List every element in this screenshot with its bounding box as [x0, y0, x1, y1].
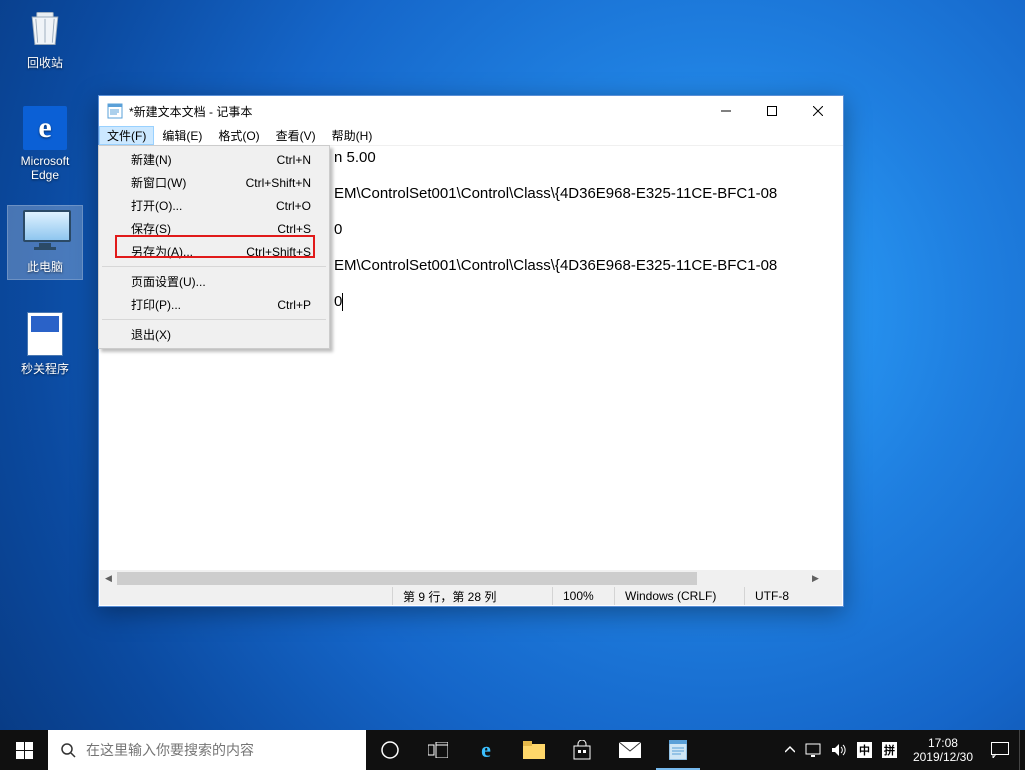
- clock-date: 2019/12/30: [913, 750, 973, 764]
- taskbar-file-explorer[interactable]: [510, 730, 558, 770]
- status-position: 第 9 行，第 28 列: [392, 587, 552, 605]
- file-menu-dropdown: 新建(N)Ctrl+N 新窗口(W)Ctrl+Shift+N 打开(O)...C…: [98, 145, 330, 349]
- taskbar-cortana[interactable]: [366, 730, 414, 770]
- text-line: 0: [334, 221, 342, 238]
- desktop-icon-label: 此电脑: [27, 260, 63, 274]
- desktop-icon-label: 秒关程序: [21, 362, 69, 376]
- window-title: *新建文本文档 - 记事本: [129, 103, 703, 120]
- recycle-bin-icon: [23, 6, 67, 50]
- scroll-corner: [824, 570, 842, 587]
- tray-network-icon[interactable]: [805, 743, 821, 757]
- taskbar-store[interactable]: [558, 730, 606, 770]
- edge-icon: e: [23, 106, 67, 150]
- text-caret: [342, 293, 343, 311]
- desktop: 回收站 e Microsoft Edge 此电脑 秒关程序 *新建文本文档 - …: [0, 0, 1025, 770]
- desktop-icon-label: 回收站: [27, 56, 63, 70]
- taskbar-edge[interactable]: e: [462, 730, 510, 770]
- status-encoding: UTF-8: [744, 587, 842, 605]
- close-button[interactable]: [795, 96, 841, 126]
- search-input[interactable]: [86, 742, 354, 758]
- windows-logo-icon: [16, 742, 33, 759]
- shutdown-app-icon: [23, 312, 67, 356]
- search-icon: [60, 742, 76, 758]
- menu-item-open[interactable]: 打开(O)...Ctrl+O: [101, 194, 327, 217]
- text-line: n 5.00: [334, 149, 376, 166]
- menu-item-save-as[interactable]: 另存为(A)...Ctrl+Shift+S: [101, 240, 327, 263]
- notepad-icon: [107, 103, 123, 119]
- desktop-icon-shutdown-app[interactable]: 秒关程序: [8, 312, 82, 377]
- desktop-icon-label: Microsoft Edge: [21, 154, 70, 182]
- text-line: EM\ControlSet001\Control\Class\{4D36E968…: [334, 185, 777, 202]
- tray-ime-lang[interactable]: 中: [857, 742, 872, 758]
- taskbar: e 中 拼 17:08 2019/12/30: [0, 730, 1025, 770]
- titlebar[interactable]: *新建文本文档 - 记事本: [99, 96, 843, 126]
- menu-file[interactable]: 文件(F): [99, 126, 154, 145]
- menu-edit[interactable]: 编辑(E): [154, 126, 210, 145]
- taskbar-spacer: [702, 730, 777, 770]
- menu-item-exit[interactable]: 退出(X): [101, 323, 327, 346]
- menu-view[interactable]: 查看(V): [268, 126, 324, 145]
- status-line-ending: Windows (CRLF): [614, 587, 744, 605]
- start-button[interactable]: [0, 730, 48, 770]
- tray-volume-icon[interactable]: [831, 743, 847, 757]
- menu-help[interactable]: 帮助(H): [324, 126, 381, 145]
- menu-item-print[interactable]: 打印(P)...Ctrl+P: [101, 293, 327, 316]
- maximize-button[interactable]: [749, 96, 795, 126]
- desktop-icon-this-pc[interactable]: 此电脑: [8, 206, 82, 279]
- horizontal-scrollbar[interactable]: ◀ ▶: [100, 570, 824, 587]
- taskbar-clock[interactable]: 17:08 2019/12/30: [905, 730, 981, 770]
- taskbar-task-view[interactable]: [414, 730, 462, 770]
- clock-time: 17:08: [913, 736, 973, 750]
- menu-item-page-setup[interactable]: 页面设置(U)...: [101, 270, 327, 293]
- text-line: 0: [334, 293, 342, 310]
- minimize-button[interactable]: [703, 96, 749, 126]
- menu-item-new[interactable]: 新建(N)Ctrl+N: [101, 148, 327, 171]
- taskbar-search[interactable]: [48, 730, 366, 770]
- menu-format[interactable]: 格式(O): [210, 126, 267, 145]
- taskbar-show-desktop[interactable]: [1019, 730, 1025, 770]
- status-spacer: [100, 587, 392, 605]
- tray-chevron-up-icon[interactable]: [785, 745, 795, 755]
- menu-item-save[interactable]: 保存(S)Ctrl+S: [101, 217, 327, 240]
- scroll-track[interactable]: [117, 570, 807, 587]
- desktop-icon-edge[interactable]: e Microsoft Edge: [8, 106, 82, 182]
- menu-item-new-window[interactable]: 新窗口(W)Ctrl+Shift+N: [101, 171, 327, 194]
- this-pc-icon: [23, 210, 67, 254]
- taskbar-notepad[interactable]: [654, 730, 702, 770]
- taskbar-action-center[interactable]: [981, 730, 1019, 770]
- status-bar: 第 9 行，第 28 列 100% Windows (CRLF) UTF-8: [100, 587, 842, 605]
- desktop-icon-recycle-bin[interactable]: 回收站: [8, 6, 82, 71]
- text-line: EM\ControlSet001\Control\Class\{4D36E968…: [334, 257, 777, 274]
- menu-separator: [102, 319, 326, 320]
- system-tray[interactable]: 中 拼: [777, 730, 905, 770]
- scroll-thumb[interactable]: [117, 572, 697, 585]
- menu-separator: [102, 266, 326, 267]
- scroll-left-button[interactable]: ◀: [100, 570, 117, 587]
- status-zoom: 100%: [552, 587, 614, 605]
- taskbar-mail[interactable]: [606, 730, 654, 770]
- tray-ime-mode[interactable]: 拼: [882, 742, 897, 758]
- scroll-right-button[interactable]: ▶: [807, 570, 824, 587]
- menubar: 文件(F) 编辑(E) 格式(O) 查看(V) 帮助(H): [99, 126, 843, 146]
